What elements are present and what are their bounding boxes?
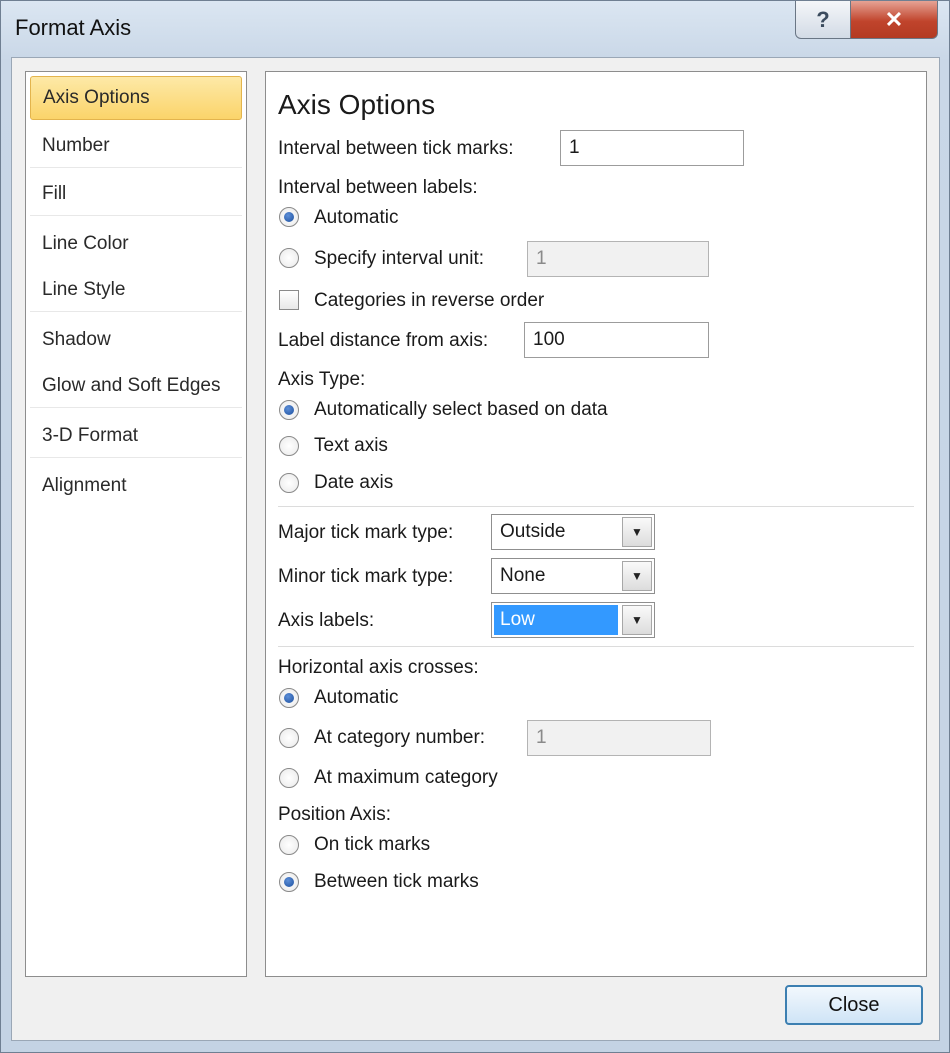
help-icon: ?: [816, 6, 830, 32]
nav-item-label: Line Style: [42, 278, 126, 300]
reverse-order-label: Categories in reverse order: [314, 290, 545, 311]
axis-labels-label: Axis labels:: [278, 610, 375, 631]
axis-type-date-label: Date axis: [314, 472, 394, 493]
crosses-label: Horizontal axis crosses:: [278, 657, 479, 678]
crosses-category-number-radio[interactable]: [279, 728, 299, 748]
interval-tick-marks-input[interactable]: 1: [560, 130, 744, 166]
nav-item-shadow[interactable]: Shadow: [30, 318, 242, 362]
nav-item-line-style[interactable]: Line Style: [30, 268, 242, 312]
nav-item-line-color[interactable]: Line Color: [30, 222, 242, 266]
major-tick-value: Outside: [500, 521, 566, 542]
interval-automatic-radio[interactable]: [279, 207, 299, 227]
section-divider: [278, 506, 914, 507]
help-button[interactable]: ?: [795, 1, 851, 39]
axis-type-label: Axis Type:: [278, 369, 366, 390]
position-axis-label: Position Axis:: [278, 804, 391, 825]
interval-specify-label: Specify interval unit:: [314, 248, 485, 269]
crosses-maximum-radio[interactable]: [279, 768, 299, 788]
category-nav: Axis Options Number Fill Line Color Line…: [25, 71, 247, 977]
nav-item-label: Alignment: [42, 475, 127, 496]
crosses-automatic-radio[interactable]: [279, 688, 299, 708]
nav-item-number[interactable]: Number: [30, 124, 242, 168]
label-distance-label: Label distance from axis:: [278, 330, 489, 351]
nav-item-3d-format[interactable]: 3-D Format: [30, 414, 242, 458]
window-close-button[interactable]: ✕: [850, 1, 938, 39]
nav-item-fill[interactable]: Fill: [30, 172, 242, 216]
axis-labels-select[interactable]: Low ▼: [491, 602, 655, 638]
nav-item-label: Fill: [42, 182, 67, 204]
axis-type-date-radio[interactable]: [279, 473, 299, 493]
category-number-input[interactable]: 1: [527, 720, 711, 756]
section-divider: [278, 646, 914, 647]
nav-item-label: Shadow: [42, 329, 111, 350]
axis-labels-value: Low: [494, 605, 618, 635]
interval-labels-label: Interval between labels:: [278, 177, 478, 198]
label-distance-input[interactable]: 100: [524, 322, 709, 358]
crosses-maximum-label: At maximum category: [314, 767, 498, 788]
position-between-tick-label: Between tick marks: [314, 871, 479, 892]
nav-item-label: Glow and Soft Edges: [42, 374, 221, 396]
close-icon: ✕: [884, 6, 904, 32]
interval-tick-marks-label: Interval between tick marks:: [278, 138, 514, 159]
axis-type-text-label: Text axis: [314, 435, 388, 456]
format-axis-dialog: Format Axis ? ✕ Axis Options Number Fill…: [0, 0, 950, 1053]
panel-heading: Axis Options: [278, 89, 436, 120]
axis-type-text-radio[interactable]: [279, 436, 299, 456]
axis-type-auto-radio[interactable]: [279, 400, 299, 420]
nav-item-label: 3-D Format: [42, 424, 139, 446]
minor-tick-label: Minor tick mark type:: [278, 566, 454, 587]
axis-type-auto-label: Automatically select based on data: [314, 399, 608, 420]
chevron-down-icon[interactable]: ▼: [622, 605, 652, 635]
crosses-automatic-label: Automatic: [314, 687, 399, 708]
chevron-down-icon[interactable]: ▼: [622, 561, 652, 591]
chevron-down-icon[interactable]: ▼: [622, 517, 652, 547]
nav-item-label: Axis Options: [43, 87, 150, 108]
nav-item-label: Line Color: [42, 233, 129, 254]
interval-automatic-label: Automatic: [314, 207, 399, 228]
major-tick-label: Major tick mark type:: [278, 522, 454, 543]
position-on-tick-label: On tick marks: [314, 834, 431, 855]
dialog-title: Format Axis: [15, 15, 132, 40]
nav-item-label: Number: [42, 134, 110, 156]
crosses-category-number-label: At category number:: [314, 727, 486, 748]
position-between-tick-radio[interactable]: [279, 872, 299, 892]
nav-item-axis-options[interactable]: Axis Options: [30, 76, 242, 120]
position-on-tick-radio[interactable]: [279, 835, 299, 855]
interval-unit-input[interactable]: 1: [527, 241, 709, 277]
reverse-order-checkbox[interactable]: [279, 290, 299, 310]
minor-tick-value: None: [500, 565, 546, 586]
close-button[interactable]: Close: [785, 985, 923, 1025]
major-tick-select[interactable]: Outside ▼: [491, 514, 655, 550]
nav-item-alignment[interactable]: Alignment: [30, 464, 242, 508]
nav-item-glow-soft-edges[interactable]: Glow and Soft Edges: [30, 364, 242, 408]
interval-specify-radio[interactable]: [279, 248, 299, 268]
minor-tick-select[interactable]: None ▼: [491, 558, 655, 594]
